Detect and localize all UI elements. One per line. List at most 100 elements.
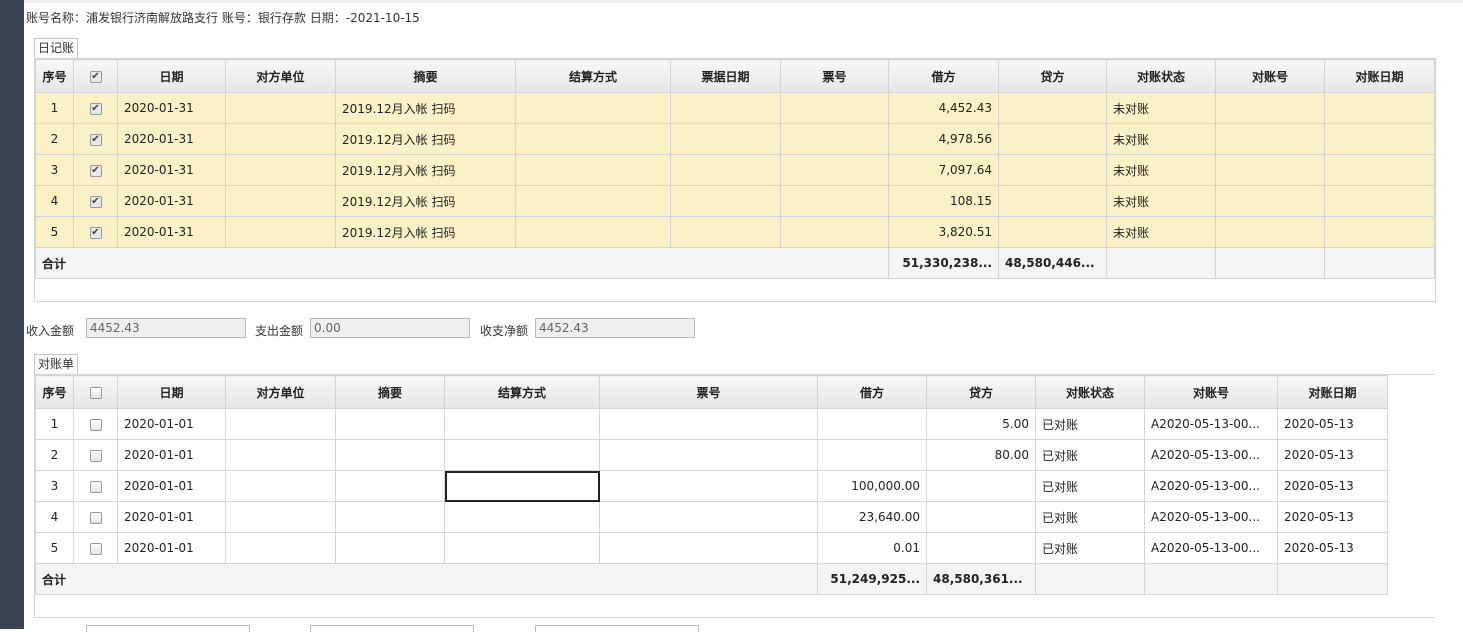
cell-debit[interactable]: [817, 439, 927, 471]
col-select-all[interactable]: ✔: [73, 59, 118, 93]
cell-summary[interactable]: [335, 501, 445, 533]
cell-recon-no[interactable]: [1215, 154, 1325, 186]
row-checkbox[interactable]: [89, 418, 102, 431]
cell-select[interactable]: ✔: [73, 123, 118, 155]
cell-recon-date[interactable]: 2020-05-13: [1277, 501, 1388, 533]
cell-recon-date[interactable]: 2020-05-13: [1277, 408, 1388, 440]
cell-select[interactable]: [73, 470, 118, 502]
cell-credit[interactable]: [926, 501, 1036, 533]
col-seq[interactable]: 序号: [35, 59, 74, 93]
cell-settle-method[interactable]: [444, 532, 600, 564]
cell-recon-date[interactable]: [1324, 185, 1435, 217]
table-row[interactable]: 1 ✔ 2020-01-31 2019.12月入帐 扫码 4,452.43 未对账: [35, 92, 1435, 124]
col-summary[interactable]: 摘要: [335, 59, 516, 93]
cell-counterparty[interactable]: [225, 470, 336, 502]
cell-date[interactable]: 2020-01-31: [117, 185, 226, 217]
cell-recon-no[interactable]: [1215, 216, 1325, 248]
cell-recon-date[interactable]: [1324, 123, 1435, 155]
cell-recon-status[interactable]: 未对账: [1106, 123, 1216, 155]
cell-counterparty[interactable]: [225, 216, 336, 248]
cell-bill-no[interactable]: [780, 123, 889, 155]
col-debit[interactable]: 借方: [817, 375, 927, 409]
cell-recon-no[interactable]: A2020-05-13-00...: [1144, 470, 1278, 502]
col-settle-method[interactable]: 结算方式: [444, 375, 600, 409]
cell-date[interactable]: 2020-01-01: [117, 439, 226, 471]
cell-recon-status[interactable]: 未对账: [1106, 216, 1216, 248]
cell-recon-no[interactable]: [1215, 92, 1325, 124]
cell-summary[interactable]: [335, 470, 445, 502]
cell-date[interactable]: 2020-01-01: [117, 470, 226, 502]
cell-recon-status[interactable]: 已对账: [1035, 532, 1145, 564]
cell-date[interactable]: 2020-01-01: [117, 532, 226, 564]
cell-summary[interactable]: 2019.12月入帐 扫码: [335, 92, 516, 124]
cell-debit[interactable]: 100,000.00: [817, 470, 927, 502]
cell-bill-date[interactable]: [670, 185, 781, 217]
row-checkbox[interactable]: ✔: [89, 195, 102, 208]
cell-recon-status[interactable]: 已对账: [1035, 501, 1145, 533]
cell-select[interactable]: [73, 408, 118, 440]
cell-recon-date[interactable]: [1324, 92, 1435, 124]
cell-settle-method[interactable]: [515, 92, 671, 124]
row-checkbox[interactable]: [89, 480, 102, 493]
cell-bill-no[interactable]: [599, 439, 818, 471]
table-row[interactable]: 5 ✔ 2020-01-31 2019.12月入帐 扫码 3,820.51 未对账: [35, 216, 1435, 248]
col-seq[interactable]: 序号: [35, 375, 74, 409]
col-select-all[interactable]: [73, 375, 118, 409]
col-date[interactable]: 日期: [117, 59, 226, 93]
col-counterparty[interactable]: 对方单位: [225, 59, 336, 93]
cell-debit[interactable]: 0.01: [817, 532, 927, 564]
cell-debit[interactable]: 3,820.51: [888, 216, 999, 248]
cell-bill-date[interactable]: [670, 154, 781, 186]
row-checkbox[interactable]: ✔: [89, 102, 102, 115]
cell-summary[interactable]: [335, 408, 445, 440]
cell-summary[interactable]: 2019.12月入帐 扫码: [335, 123, 516, 155]
cell-credit[interactable]: [998, 154, 1107, 186]
cell-select[interactable]: [73, 532, 118, 564]
cell-bill-no[interactable]: [780, 92, 889, 124]
cell-select[interactable]: ✔: [73, 185, 118, 217]
cell-summary[interactable]: 2019.12月入帐 扫码: [335, 185, 516, 217]
cell-debit[interactable]: [817, 408, 927, 440]
cell-settle-method[interactable]: [515, 216, 671, 248]
col-recon-status[interactable]: 对账状态: [1106, 59, 1216, 93]
cell-settle-method[interactable]: [444, 501, 600, 533]
table-row[interactable]: 2 2020-01-01 80.00 已对账 A2020-05-13-00... 2020…: [35, 439, 1388, 471]
col-bill-date[interactable]: 票据日期: [670, 59, 781, 93]
cell-recon-status[interactable]: 未对账: [1106, 185, 1216, 217]
net-field[interactable]: 4452.43: [535, 318, 695, 338]
cell-recon-no[interactable]: A2020-05-13-00...: [1144, 501, 1278, 533]
cell-bill-no[interactable]: [599, 408, 818, 440]
cell-summary[interactable]: 2019.12月入帐 扫码: [335, 154, 516, 186]
cell-recon-status[interactable]: 未对账: [1106, 92, 1216, 124]
cell-summary[interactable]: [335, 532, 445, 564]
cell-credit[interactable]: 80.00: [926, 439, 1036, 471]
cell-recon-no[interactable]: A2020-05-13-00...: [1144, 408, 1278, 440]
cell-credit[interactable]: [926, 532, 1036, 564]
cell-credit[interactable]: [998, 185, 1107, 217]
row-checkbox[interactable]: ✔: [89, 226, 102, 239]
col-credit[interactable]: 贷方: [998, 59, 1107, 93]
cell-counterparty[interactable]: [225, 501, 336, 533]
cell-date[interactable]: 2020-01-01: [117, 501, 226, 533]
cell-date[interactable]: 2020-01-31: [117, 92, 226, 124]
cell-recon-status[interactable]: 已对账: [1035, 470, 1145, 502]
cell-bill-no[interactable]: [780, 154, 889, 186]
select-all-checkbox[interactable]: [89, 386, 102, 399]
cell-settle-method[interactable]: [444, 439, 600, 471]
cell-bill-date[interactable]: [670, 216, 781, 248]
cell-date[interactable]: 2020-01-31: [117, 154, 226, 186]
cell-bill-date[interactable]: [670, 123, 781, 155]
cell-credit[interactable]: [998, 123, 1107, 155]
cell-settle-method[interactable]: [515, 154, 671, 186]
col-bill-no[interactable]: 票号: [780, 59, 889, 93]
cell-credit[interactable]: 5.00: [926, 408, 1036, 440]
cell-recon-date[interactable]: 2020-05-13: [1277, 439, 1388, 471]
cell-counterparty[interactable]: [225, 439, 336, 471]
table-row[interactable]: 5 2020-01-01 0.01 已对账 A2020-05-13-00... 2020-…: [35, 532, 1388, 564]
table-row[interactable]: 3 ✔ 2020-01-31 2019.12月入帐 扫码 7,097.64 未对账: [35, 154, 1435, 186]
cell-debit[interactable]: 7,097.64: [888, 154, 999, 186]
cell-recon-date[interactable]: 2020-05-13: [1277, 470, 1388, 502]
cell-bill-no[interactable]: [599, 470, 818, 502]
cell-recon-no[interactable]: [1215, 123, 1325, 155]
cell-credit[interactable]: [926, 470, 1036, 502]
